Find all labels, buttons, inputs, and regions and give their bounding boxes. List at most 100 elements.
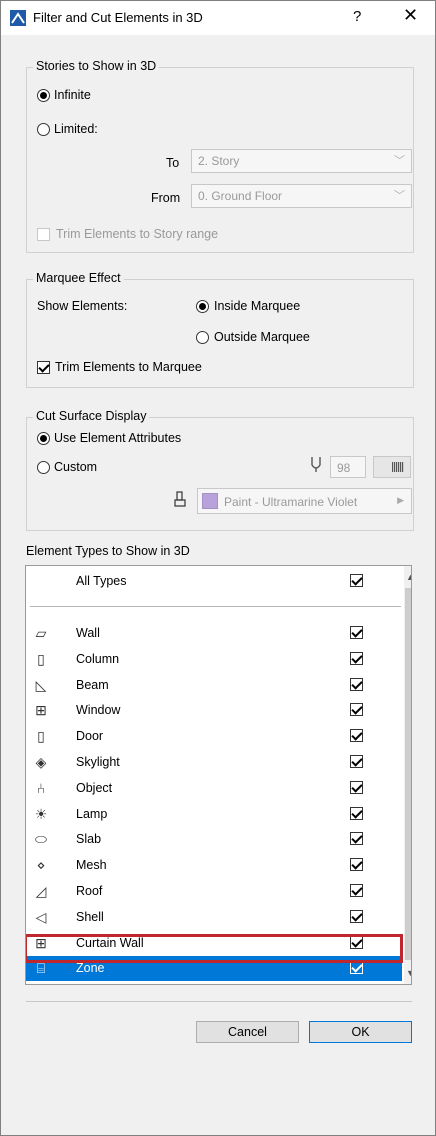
element-type-checkbox[interactable] [350, 729, 363, 743]
column-icon: ▯ [37, 650, 45, 667]
all-types-checkbox[interactable] [350, 574, 363, 587]
scroll-up-icon[interactable]: ▲ [406, 572, 411, 582]
element-types-list[interactable]: All Types ▱ Wall ▯ Column ◺ Beam ⊞ Window ▯ Door ◈… [25, 565, 412, 985]
element-type-label: Mesh [76, 858, 107, 873]
show-elements-label: Show Elements: [37, 299, 128, 313]
title-bar: Filter and Cut Elements in 3D ? ✕ [1, 1, 435, 35]
pen-number-field[interactable]: 98 [330, 456, 366, 478]
element-type-row[interactable]: ◐Morph [26, 982, 402, 984]
close-button[interactable]: ✕ [403, 5, 418, 26]
trim-marquee-label: Trim Elements to Marquee [55, 360, 202, 374]
limited-label: Limited: [54, 122, 98, 136]
skylight-icon: ◈ [35, 754, 47, 770]
use-attributes-label: Use Element Attributes [54, 431, 182, 445]
chevron-down-icon: ﹀ [394, 155, 405, 167]
element-type-checkbox[interactable] [350, 832, 363, 846]
inside-marquee-radio[interactable] [196, 300, 209, 313]
object-icon: ⑃ [36, 779, 46, 796]
element-type-row[interactable]: ▱ Wall [26, 621, 402, 646]
custom-label: Custom [54, 460, 98, 474]
window-icon: ⊞ [35, 702, 47, 719]
all-types-row[interactable]: All Types [26, 569, 402, 594]
paint-color-swatch [202, 493, 218, 509]
element-type-checkbox[interactable] [350, 858, 363, 872]
to-story-value: 2. Story [198, 154, 240, 168]
slab-icon: ⬭ [35, 831, 47, 848]
to-label: To [166, 156, 180, 170]
pen-pattern-swatch[interactable] [373, 456, 411, 478]
trim-marquee-checkbox[interactable] [37, 361, 50, 374]
from-story-select[interactable]: 0. Ground Floor ﹀ [191, 184, 412, 208]
element-type-label: Object [76, 780, 113, 795]
pen-number-value: 98 [337, 461, 351, 475]
element-type-label: Door [76, 729, 104, 744]
element-type-label: Roof [76, 884, 103, 898]
list-scrollbar[interactable] [404, 566, 411, 984]
element-type-checkbox[interactable] [350, 703, 363, 717]
stories-group-title: Stories to Show in 3D [33, 59, 160, 73]
zone-row-highlight [26, 934, 403, 963]
element-type-checkbox[interactable] [350, 677, 363, 691]
element-type-checkbox[interactable] [350, 909, 363, 923]
infinite-label: Infinite [54, 88, 91, 102]
element-type-label: Beam [76, 677, 109, 692]
lamp-icon: ☀ [34, 805, 48, 822]
element-type-checkbox[interactable] [350, 806, 363, 820]
element-type-row[interactable]: ▯ Column [26, 647, 402, 672]
dialog-window: Filter and Cut Elements in 3D ? ✕ Storie… [0, 0, 436, 1136]
element-type-checkbox[interactable] [350, 884, 363, 897]
scroll-down-icon[interactable]: ▼ [406, 968, 411, 978]
element-type-row[interactable]: ◁ Shell [26, 905, 402, 930]
chevron-down-icon: ﹀ [394, 190, 405, 202]
element-type-row[interactable]: ▯ Door [26, 724, 402, 749]
limited-radio[interactable] [37, 123, 50, 136]
element-type-row[interactable]: ⑃ Object [26, 776, 402, 801]
element-type-checkbox[interactable] [350, 651, 363, 665]
paint-brush-icon [174, 491, 186, 507]
infinite-radio[interactable] [37, 89, 50, 102]
element-type-row[interactable]: ◈ Skylight [26, 750, 402, 775]
ok-button[interactable]: OK [309, 1021, 412, 1043]
all-types-label: All Types [76, 574, 127, 588]
mesh-icon: ⋄ [36, 857, 46, 874]
trim-story-checkbox[interactable] [37, 228, 50, 241]
element-type-checkbox[interactable] [350, 961, 363, 975]
to-story-select[interactable]: 2. Story ﹀ [191, 149, 412, 173]
list-divider [30, 606, 401, 607]
pen-icon [311, 457, 321, 472]
element-type-label: Zone [76, 961, 105, 976]
cut-surface-group-title: Cut Surface Display [33, 409, 150, 423]
marquee-group-title: Marquee Effect [33, 271, 124, 285]
element-type-row[interactable]: ⋄ Mesh [26, 853, 402, 878]
element-type-row[interactable]: ◿ Roof [26, 879, 402, 904]
scrollbar-thumb[interactable] [405, 588, 411, 960]
element-type-label: Lamp [76, 806, 108, 821]
element-type-row[interactable]: ⊞ Window [26, 698, 402, 723]
archicad-icon [10, 10, 26, 26]
element-type-row[interactable]: ⬭ Slab [26, 827, 402, 852]
element-type-label: Shell [76, 909, 104, 924]
custom-radio[interactable] [37, 461, 50, 474]
element-type-label: Slab [76, 832, 102, 847]
paint-select[interactable]: Paint - Ultramarine Violet ▶ [197, 488, 412, 514]
element-type-row[interactable]: ◺ Beam [26, 673, 402, 698]
element-type-checkbox[interactable] [350, 755, 363, 768]
trim-story-label: Trim Elements to Story range [56, 227, 219, 241]
paint-value: Paint - Ultramarine Violet [224, 495, 358, 509]
help-button[interactable]: ? [353, 8, 361, 25]
wall-icon: ▱ [35, 625, 47, 641]
element-type-checkbox[interactable] [350, 780, 363, 794]
cancel-button[interactable]: Cancel [196, 1021, 299, 1043]
roof-icon: ◿ [35, 883, 47, 899]
use-attributes-radio[interactable] [37, 432, 50, 445]
bottom-divider [26, 1001, 412, 1002]
from-story-value: 0. Ground Floor [198, 189, 283, 203]
element-type-label: Skylight [76, 755, 120, 769]
inside-marquee-label: Inside Marquee [214, 299, 301, 313]
outside-marquee-radio[interactable] [196, 331, 209, 344]
door-icon: ▯ [37, 728, 45, 745]
element-types-title: Element Types to Show in 3D [26, 544, 190, 558]
element-type-label: Wall [76, 626, 100, 640]
element-type-checkbox[interactable] [350, 626, 363, 639]
element-type-row[interactable]: ☀ Lamp [26, 802, 402, 827]
